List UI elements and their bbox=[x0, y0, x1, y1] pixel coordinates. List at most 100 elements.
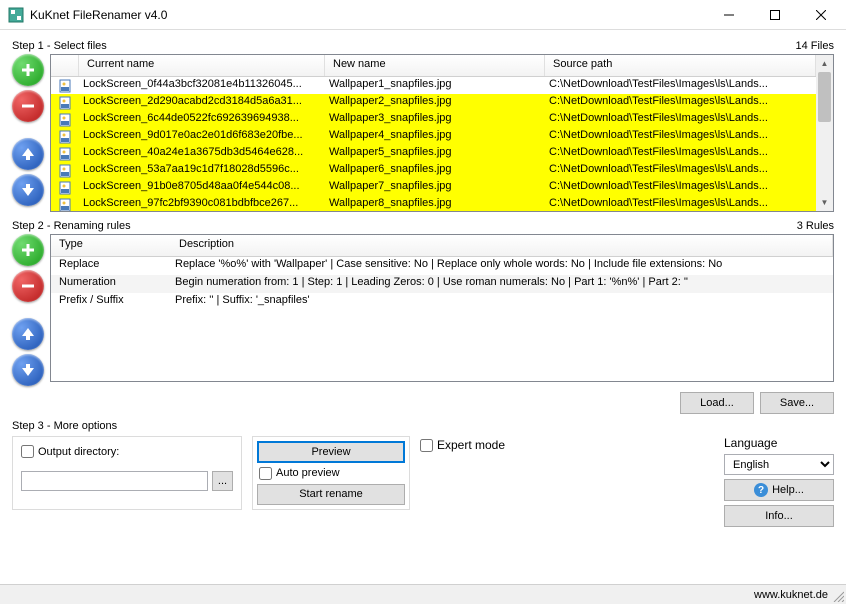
language-select[interactable]: English bbox=[724, 454, 834, 475]
move-file-up-button[interactable] bbox=[12, 138, 44, 170]
file-type-icon bbox=[51, 196, 79, 211]
rule-row[interactable]: Prefix / SuffixPrefix: '' | Suffix: '_sn… bbox=[51, 293, 833, 311]
preview-button[interactable]: Preview bbox=[257, 441, 405, 463]
step2-count: 3 Rules bbox=[797, 220, 834, 232]
auto-preview-checkbox[interactable]: Auto preview bbox=[257, 467, 405, 480]
file-type-icon bbox=[51, 145, 79, 162]
column-icon[interactable] bbox=[51, 55, 79, 76]
file-current-name: LockScreen_53a7aa19c1d7f18028d5596c... bbox=[79, 162, 325, 179]
help-icon: ? bbox=[754, 483, 768, 497]
auto-preview-check[interactable] bbox=[259, 467, 272, 480]
file-type-icon bbox=[51, 94, 79, 111]
file-new-name: Wallpaper7_snapfiles.jpg bbox=[325, 179, 545, 196]
file-source-path: C:\NetDownload\TestFiles\Images\ls\Lands… bbox=[545, 77, 816, 94]
file-type-icon bbox=[51, 111, 79, 128]
step1-label: Step 1 - Select files bbox=[12, 40, 107, 52]
move-rule-up-button[interactable] bbox=[12, 318, 44, 350]
file-row[interactable]: LockScreen_2d290acabd2cd3184d5a6a31...Wa… bbox=[51, 94, 816, 111]
app-icon bbox=[8, 7, 24, 23]
file-source-path: C:\NetDownload\TestFiles\Images\ls\Lands… bbox=[545, 94, 816, 111]
preview-group: Preview Auto preview Start rename bbox=[252, 436, 410, 510]
step3-header: Step 3 - More options bbox=[12, 420, 834, 432]
file-row[interactable]: LockScreen_40a24e1a3675db3d5464e628...Wa… bbox=[51, 145, 816, 162]
status-url[interactable]: www.kuknet.de bbox=[754, 589, 828, 601]
info-button[interactable]: Info... bbox=[724, 505, 834, 527]
add-rule-button[interactable] bbox=[12, 234, 44, 266]
output-directory-input[interactable] bbox=[21, 471, 208, 491]
move-file-down-button[interactable] bbox=[12, 174, 44, 206]
output-directory-label: Output directory: bbox=[38, 446, 119, 458]
file-new-name: Wallpaper8_snapfiles.jpg bbox=[325, 196, 545, 211]
file-type-icon bbox=[51, 162, 79, 179]
column-current-name[interactable]: Current name bbox=[79, 55, 325, 76]
file-source-path: C:\NetDownload\TestFiles\Images\ls\Lands… bbox=[545, 111, 816, 128]
output-directory-checkbox[interactable]: Output directory: bbox=[21, 445, 119, 458]
files-scrollbar[interactable]: ▲ ▼ bbox=[816, 55, 833, 211]
file-new-name: Wallpaper5_snapfiles.jpg bbox=[325, 145, 545, 162]
file-current-name: LockScreen_9d017e0ac2e01d6f683e20fbe... bbox=[79, 128, 325, 145]
rule-type: Numeration bbox=[51, 275, 171, 293]
window-title: KuKnet FileRenamer v4.0 bbox=[30, 8, 706, 22]
file-source-path: C:\NetDownload\TestFiles\Images\ls\Lands… bbox=[545, 128, 816, 145]
step3-label: Step 3 - More options bbox=[12, 420, 117, 432]
file-new-name: Wallpaper2_snapfiles.jpg bbox=[325, 94, 545, 111]
file-current-name: LockScreen_97fc2bf9390c081bdbfbce267... bbox=[79, 196, 325, 211]
move-rule-down-button[interactable] bbox=[12, 354, 44, 386]
step2-header: Step 2 - Renaming rules 3 Rules bbox=[12, 220, 834, 232]
scroll-up-icon[interactable]: ▲ bbox=[816, 55, 833, 72]
file-current-name: LockScreen_2d290acabd2cd3184d5a6a31... bbox=[79, 94, 325, 111]
step1-count: 14 Files bbox=[795, 40, 834, 52]
file-new-name: Wallpaper4_snapfiles.jpg bbox=[325, 128, 545, 145]
column-description[interactable]: Description bbox=[171, 235, 833, 256]
maximize-button[interactable] bbox=[752, 0, 798, 30]
files-table[interactable]: Current name New name Source path LockSc… bbox=[50, 54, 834, 212]
start-rename-button[interactable]: Start rename bbox=[257, 484, 405, 505]
file-source-path: C:\NetDownload\TestFiles\Images\ls\Lands… bbox=[545, 179, 816, 196]
close-button[interactable] bbox=[798, 0, 844, 30]
file-row[interactable]: LockScreen_6c44de0522fc692639694938...Wa… bbox=[51, 111, 816, 128]
rule-row[interactable]: NumerationBegin numeration from: 1 | Ste… bbox=[51, 275, 833, 293]
column-source-path[interactable]: Source path bbox=[545, 55, 816, 76]
file-row[interactable]: LockScreen_97fc2bf9390c081bdbfbce267...W… bbox=[51, 196, 816, 211]
file-row[interactable]: LockScreen_91b0e8705d48aa0f4e544c08...Wa… bbox=[51, 179, 816, 196]
file-type-icon bbox=[51, 179, 79, 196]
add-files-button[interactable] bbox=[12, 54, 44, 86]
file-source-path: C:\NetDownload\TestFiles\Images\ls\Lands… bbox=[545, 145, 816, 162]
rule-type: Prefix / Suffix bbox=[51, 293, 171, 311]
output-directory-check[interactable] bbox=[21, 445, 34, 458]
save-rules-button[interactable]: Save... bbox=[760, 392, 834, 414]
language-label: Language bbox=[724, 436, 834, 450]
file-new-name: Wallpaper1_snapfiles.jpg bbox=[325, 77, 545, 94]
help-button[interactable]: ? Help... bbox=[724, 479, 834, 501]
file-new-name: Wallpaper6_snapfiles.jpg bbox=[325, 162, 545, 179]
scroll-down-icon[interactable]: ▼ bbox=[816, 194, 833, 211]
load-rules-button[interactable]: Load... bbox=[680, 392, 754, 414]
statusbar: www.kuknet.de bbox=[0, 584, 846, 604]
column-type[interactable]: Type bbox=[51, 235, 171, 256]
file-current-name: LockScreen_40a24e1a3675db3d5464e628... bbox=[79, 145, 325, 162]
minimize-button[interactable] bbox=[706, 0, 752, 30]
rule-type: Replace bbox=[51, 257, 171, 275]
browse-output-button[interactable]: ... bbox=[212, 471, 233, 491]
step2-label: Step 2 - Renaming rules bbox=[12, 220, 131, 232]
remove-rule-button[interactable] bbox=[12, 270, 44, 302]
rule-description: Begin numeration from: 1 | Step: 1 | Lea… bbox=[171, 275, 833, 293]
file-row[interactable]: LockScreen_0f44a3bcf32081e4b11326045...W… bbox=[51, 77, 816, 94]
file-row[interactable]: LockScreen_9d017e0ac2e01d6f683e20fbe...W… bbox=[51, 128, 816, 145]
file-type-icon bbox=[51, 77, 79, 94]
file-new-name: Wallpaper3_snapfiles.jpg bbox=[325, 111, 545, 128]
rule-row[interactable]: ReplaceReplace '%o%' with 'Wallpaper' | … bbox=[51, 257, 833, 275]
rule-description: Prefix: '' | Suffix: '_snapfiles' bbox=[171, 293, 833, 311]
expert-mode-checkbox[interactable]: Expert mode bbox=[420, 438, 505, 452]
file-current-name: LockScreen_6c44de0522fc692639694938... bbox=[79, 111, 325, 128]
remove-files-button[interactable] bbox=[12, 90, 44, 122]
resize-grip[interactable] bbox=[832, 590, 844, 602]
expert-mode-label: Expert mode bbox=[437, 438, 505, 452]
output-directory-group: Output directory: ... bbox=[12, 436, 242, 510]
expert-mode-check[interactable] bbox=[420, 439, 433, 452]
file-row[interactable]: LockScreen_53a7aa19c1d7f18028d5596c...Wa… bbox=[51, 162, 816, 179]
column-new-name[interactable]: New name bbox=[325, 55, 545, 76]
file-type-icon bbox=[51, 128, 79, 145]
scroll-thumb[interactable] bbox=[818, 72, 831, 122]
rules-table[interactable]: Type Description ReplaceReplace '%o%' wi… bbox=[50, 234, 834, 382]
